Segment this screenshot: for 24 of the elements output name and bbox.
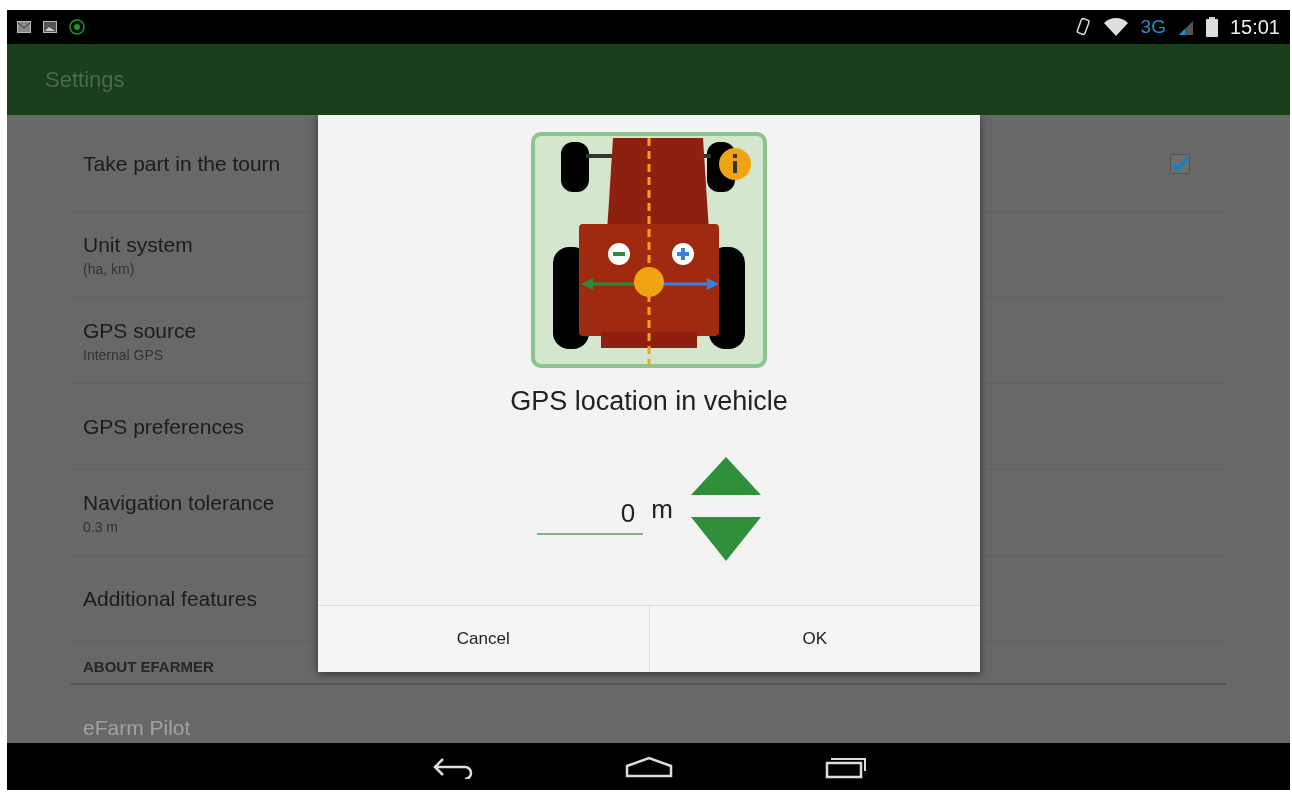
image-icon xyxy=(43,21,57,33)
setting-title: Unit system xyxy=(83,232,193,257)
dialog-button[interactable]: OK xyxy=(648,606,980,672)
clock: 15:01 xyxy=(1229,15,1280,39)
checkbox[interactable] xyxy=(1170,154,1190,174)
setting-title: GPS preferences xyxy=(83,414,245,439)
battery-icon xyxy=(1205,17,1218,37)
distance-field[interactable]: 0 xyxy=(537,483,644,535)
setting-title: eFarm Pilot xyxy=(83,715,191,740)
wifi-icon xyxy=(1102,17,1129,37)
unit-label: m xyxy=(651,493,673,525)
dialog-button[interactable]: Cancel xyxy=(318,606,649,672)
setting-title: Additional features xyxy=(83,586,257,611)
rotation-icon xyxy=(1074,17,1091,37)
mail-icon xyxy=(17,21,31,33)
dialog-title: GPS location in vehicle xyxy=(510,386,788,417)
setting-title: Navigation tolerance xyxy=(83,490,275,515)
app-status-icon xyxy=(69,19,85,35)
network-type: 3G xyxy=(1140,16,1166,38)
decrease-button[interactable] xyxy=(690,517,761,561)
setting-title: GPS source xyxy=(83,318,197,343)
home-icon[interactable] xyxy=(624,755,673,778)
setting-title: Take part in the tourn xyxy=(83,152,281,176)
increase-button[interactable] xyxy=(690,457,761,495)
